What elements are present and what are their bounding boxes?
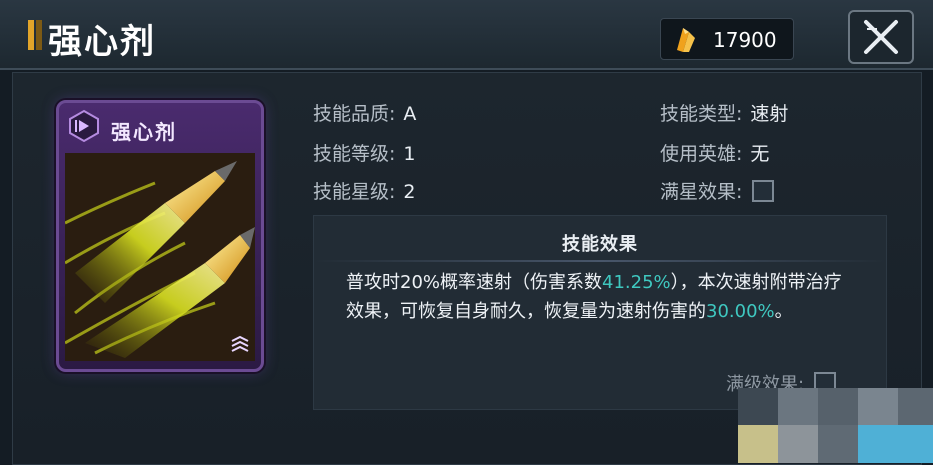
stat-type-value: 速射 (750, 103, 789, 125)
stat-quality-label: 技能品质: (313, 103, 396, 125)
stat-max-star-label: 满星效果: (660, 181, 743, 203)
card-name: 强心剂 (111, 120, 177, 144)
stat-type-label: 技能类型: (660, 103, 743, 125)
stat-level: 技能等级: 1 (313, 139, 416, 166)
stat-hero-label: 使用英雄: (660, 143, 743, 165)
stat-quality: 技能品质: A (313, 99, 416, 126)
max-star-checkbox[interactable] (752, 180, 775, 202)
currency-display: 17900 (660, 18, 794, 60)
skill-type-badge-icon (69, 109, 99, 143)
close-icon (864, 20, 898, 54)
skill-card: 强心剂 (56, 100, 264, 372)
effect-divider (314, 260, 886, 262)
stat-star-label: 技能星级: (313, 181, 396, 203)
close-button[interactable] (848, 10, 914, 64)
rank-chevron-icon (231, 335, 249, 352)
stat-hero: 使用英雄: 无 (660, 139, 769, 166)
header-bar: 强心剂 17900 (0, 0, 933, 70)
effect-text-part-3: 。 (774, 301, 793, 322)
page-title: 强心剂 (48, 22, 156, 62)
stat-hero-value: 无 (750, 143, 770, 165)
stat-type: 技能类型: 速射 (660, 99, 788, 126)
stat-max-star: 满星效果: (660, 177, 775, 204)
currency-amount: 17900 (713, 28, 777, 52)
stat-star-value: 2 (403, 181, 416, 203)
stat-star: 技能星级: 2 (313, 177, 416, 204)
crystal-icon (677, 28, 695, 52)
stat-quality-value: A (403, 103, 417, 125)
effect-description: 普攻时20%概率速射（伤害系数41.25%），本次速射附带治疗效果，可恢复自身耐… (346, 268, 856, 326)
skill-effect-box: 技能效果 普攻时20%概率速射（伤害系数41.25%），本次速射附带治疗效果，可… (313, 215, 887, 410)
effect-text-part-1: 普攻时20%概率速射（伤害系数 (346, 272, 603, 293)
effect-highlight-2: 30.00% (706, 301, 775, 322)
effect-title: 技能效果 (562, 234, 638, 255)
effect-highlight-1: 41.25% (602, 272, 671, 293)
title-marker (28, 20, 34, 50)
stat-level-label: 技能等级: (313, 143, 396, 165)
stat-level-value: 1 (403, 143, 416, 165)
bullet-art-image (65, 153, 255, 361)
